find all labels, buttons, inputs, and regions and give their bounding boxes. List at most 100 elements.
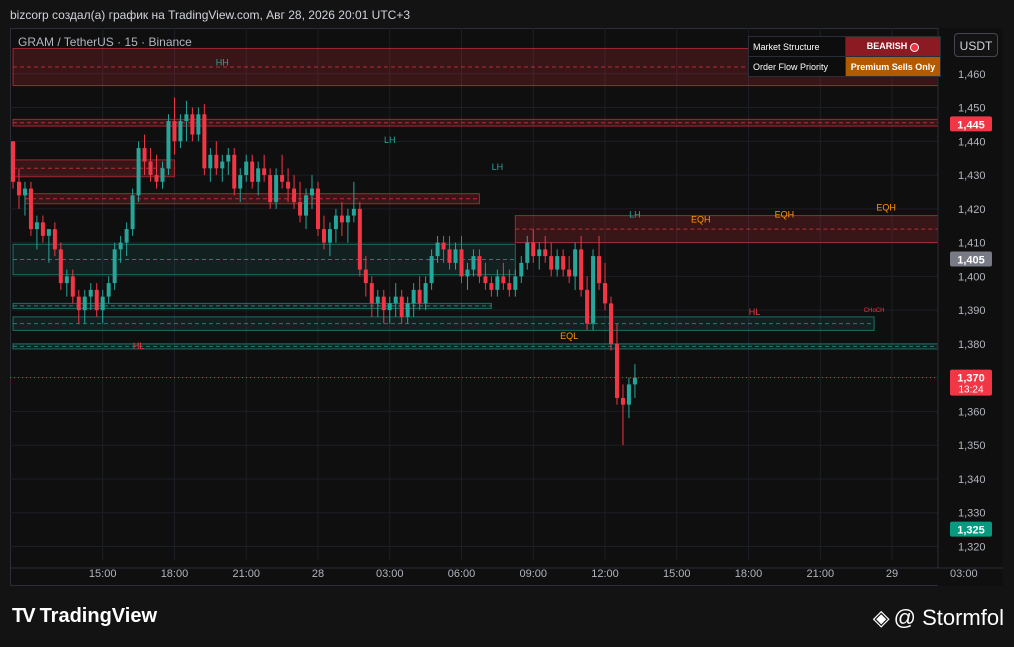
candle-body <box>381 296 386 311</box>
candle-body <box>387 303 392 311</box>
y-tick-label: 1,380 <box>958 339 986 351</box>
structure-label: HH <box>216 57 229 67</box>
candle-body <box>411 289 416 304</box>
structure-label: EQH <box>876 203 896 213</box>
candle-body <box>567 269 572 277</box>
candle-body <box>489 283 494 290</box>
candle-body <box>190 114 195 135</box>
candle-body <box>184 114 189 122</box>
symbol-title: GRAM / TetherUS · 15 · Binance <box>18 35 192 49</box>
candle-body <box>375 296 380 304</box>
candlestick-chart[interactable]: HH LH LH LH EQH EQH EQH EQL HL HL CHoCH 1,320 1,330 1… <box>10 28 1003 586</box>
candle-body <box>573 249 578 277</box>
candle-body <box>202 114 207 169</box>
currency-button[interactable]: USDT <box>954 33 998 57</box>
y-tick-label: 1,450 <box>958 103 986 115</box>
candle-body <box>172 121 177 142</box>
demand-zone <box>12 243 516 276</box>
y-tick-label: 1,360 <box>958 406 986 418</box>
candle-body <box>148 161 153 176</box>
candle-body <box>333 215 338 230</box>
binance-diamond-icon: ◈ <box>872 605 890 630</box>
red-dot-icon <box>910 42 920 52</box>
x-tick-label: 21:00 <box>232 568 260 580</box>
top-caption-bar: bizcorp создал(а) график на TradingView.… <box>0 0 1014 28</box>
structure-label: HL <box>133 341 145 351</box>
candle-body <box>226 154 231 162</box>
candle-body <box>351 208 356 216</box>
candle-body <box>609 303 613 344</box>
candle-body <box>620 397 625 405</box>
candle-body <box>220 161 225 169</box>
candle-body <box>519 262 524 277</box>
market-structure-label: Market Structure <box>748 36 846 57</box>
y-tick-label: 1,430 <box>958 170 986 182</box>
candle-body <box>626 384 631 405</box>
candle-body <box>298 202 303 216</box>
candle-body <box>178 121 183 142</box>
candle-body <box>339 215 344 223</box>
candle-body <box>76 296 81 311</box>
candle-body <box>363 269 368 284</box>
structure-label: HL <box>749 307 761 317</box>
y-tick-label: 1,410 <box>958 238 986 250</box>
order-flow-value: Premium Sells Only <box>845 56 941 77</box>
x-tick-label: 28 <box>312 568 324 580</box>
candle-body <box>208 154 213 169</box>
y-tick-label: 1,460 <box>958 69 986 81</box>
y-tick-label: 1,390 <box>958 305 986 317</box>
x-tick-label: 03:00 <box>376 568 404 580</box>
order-flow-label: Order Flow Priority <box>748 56 846 77</box>
brand-text: TradingView <box>39 605 158 627</box>
candle-body <box>591 256 596 324</box>
header-caption: bizcorp создал(а) график на TradingView.… <box>10 8 411 22</box>
candle-body <box>262 168 267 176</box>
candle-body <box>549 256 554 270</box>
x-tick-label: 29 <box>886 568 898 580</box>
structure-label: EQL <box>560 331 578 341</box>
x-tick-label: 18:00 <box>735 568 763 580</box>
candle-body <box>310 188 314 196</box>
candle-body <box>543 249 548 257</box>
structure-label: LH <box>629 209 641 219</box>
candle-body <box>357 208 362 270</box>
candle-body <box>22 188 27 196</box>
candle-body <box>196 114 201 135</box>
y-tick-label: 1,420 <box>958 204 986 216</box>
candle-body <box>441 242 446 250</box>
y-tick-label: 1,340 <box>958 474 986 486</box>
structure-label: LH <box>384 135 396 145</box>
candle-body <box>94 289 99 311</box>
candle-body <box>579 249 584 290</box>
candle-body <box>555 256 560 270</box>
candle-body <box>513 276 518 290</box>
candle-body <box>471 256 476 270</box>
candle-body <box>256 168 261 182</box>
candle-body <box>46 229 51 236</box>
candle-body <box>399 296 404 317</box>
x-tick-label: 18:00 <box>161 568 189 580</box>
candle-body <box>304 195 309 216</box>
candle-body <box>142 148 147 162</box>
candle-body <box>238 175 243 189</box>
candle-body <box>280 175 285 182</box>
candle-body <box>136 148 141 196</box>
candle-body <box>16 181 21 196</box>
candle-body <box>393 296 398 304</box>
x-tick-label: 09:00 <box>519 568 547 580</box>
candle-body <box>268 175 273 203</box>
candle-body <box>100 296 105 311</box>
author-text: @ Stormfol <box>893 605 1004 630</box>
tradingview-logo[interactable]: TV TradingView <box>12 605 157 628</box>
candle-body <box>52 229 57 250</box>
candle-body <box>124 229 129 243</box>
x-tick-label: 15:00 <box>663 568 691 580</box>
candle-body <box>214 154 219 169</box>
candle-body <box>28 188 33 230</box>
market-structure-value: BEARISH <box>845 36 941 57</box>
candle-body <box>465 269 470 277</box>
candle-body <box>435 242 440 257</box>
candle-body <box>64 276 69 284</box>
candle-body <box>632 377 637 385</box>
candle-body <box>525 242 530 263</box>
